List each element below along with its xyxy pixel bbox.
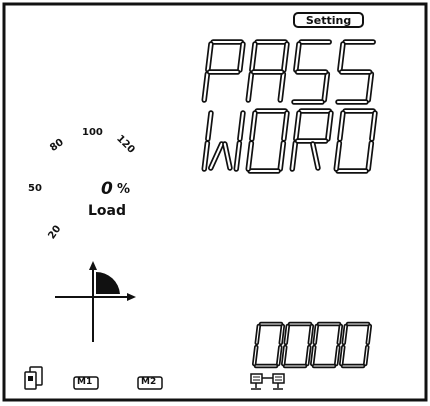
segment-line-2 — [201, 108, 378, 174]
m2-label: M2 — [141, 377, 157, 387]
segment-value-char-2 — [309, 321, 344, 369]
segment-line-2-char-0 — [201, 110, 246, 172]
device-icon — [24, 366, 43, 390]
segment-line-1-char-3 — [335, 39, 376, 105]
segment-line-1-char-1 — [245, 39, 290, 103]
segment-line-1 — [201, 39, 376, 105]
setting-indicator: Setting — [293, 12, 364, 28]
communication-icon — [250, 373, 285, 390]
setting-label: Setting — [305, 14, 352, 27]
segment-line-2-char-2 — [289, 108, 334, 172]
lcd-border — [2, 2, 428, 402]
gauge-tick-100: 100 — [82, 127, 103, 138]
segment-line-2-char-3 — [333, 108, 378, 174]
segment-line-1-char-2 — [291, 39, 332, 105]
segment-value-char-0 — [251, 321, 286, 369]
segment-value-char-1 — [280, 321, 315, 369]
gauge-tick-50: 50 — [28, 183, 42, 194]
m1-label: M1 — [77, 377, 93, 387]
load-label: Load — [88, 203, 127, 219]
quadrant-icon — [55, 261, 136, 342]
load-percent-symbol: % — [117, 182, 131, 197]
segment-value — [251, 321, 373, 369]
segment-line-2-char-1 — [245, 108, 290, 174]
segment-line-1-char-0 — [201, 39, 246, 103]
segment-value-char-3 — [338, 321, 373, 369]
load-percent-value: 0 — [101, 179, 113, 199]
